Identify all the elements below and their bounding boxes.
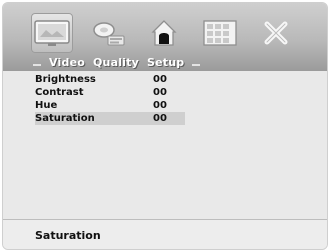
setting-label: Hue xyxy=(35,100,58,111)
video-icon[interactable] xyxy=(31,13,73,53)
setting-row-contrast[interactable]: Contrast 00 xyxy=(35,86,185,99)
tab-divider xyxy=(192,64,201,66)
tab-divider xyxy=(33,64,41,66)
setting-row-saturation[interactable]: Saturation 00 xyxy=(35,112,185,125)
setting-label: Saturation xyxy=(35,113,95,124)
parental-lock-icon[interactable] xyxy=(143,13,185,53)
preferences-icon[interactable] xyxy=(199,13,241,53)
settings-panel: Brightness 00 Contrast 00 Hue 00 Saturat… xyxy=(3,71,327,219)
help-footer: Saturation xyxy=(3,219,327,249)
tab-quality[interactable]: Quality xyxy=(93,56,139,69)
menu-icon-row xyxy=(31,11,297,55)
setting-label: Brightness xyxy=(35,74,96,85)
tab-setup[interactable]: Setup xyxy=(147,56,184,69)
setting-label: Contrast xyxy=(35,87,84,98)
setting-value: 00 xyxy=(153,100,167,111)
audio-icon[interactable] xyxy=(87,13,129,53)
exit-icon[interactable] xyxy=(255,13,297,53)
setting-value: 00 xyxy=(153,74,167,85)
top-bar: Video Quality Setup xyxy=(3,3,327,71)
osd-menu-frame: Video Quality Setup Brightness 00 Contra… xyxy=(2,2,328,250)
setting-row-hue[interactable]: Hue 00 xyxy=(35,99,185,112)
setting-value: 00 xyxy=(153,87,167,98)
setting-value: 00 xyxy=(153,113,167,124)
tab-video[interactable]: Video xyxy=(49,56,85,69)
settings-list: Brightness 00 Contrast 00 Hue 00 Saturat… xyxy=(35,73,185,125)
footer-text: Saturation xyxy=(35,229,101,242)
setting-row-brightness[interactable]: Brightness 00 xyxy=(35,73,185,86)
menu-tabs: Video Quality Setup xyxy=(33,55,201,69)
